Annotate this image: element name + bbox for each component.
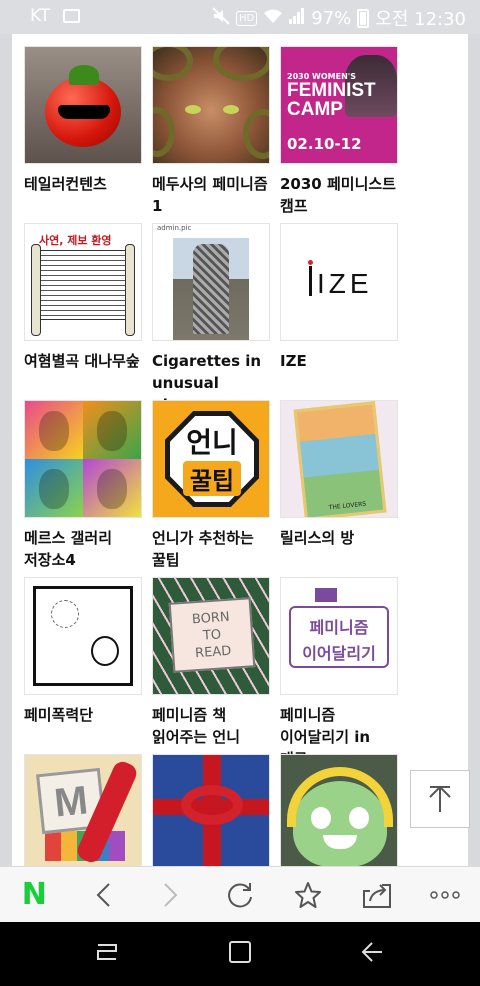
home-button[interactable]	[227, 939, 253, 969]
list-item[interactable]: 사연, 제보 환영 여혐별곡 대나무숲	[24, 223, 142, 372]
thumbnail-gift-book[interactable]	[152, 754, 270, 866]
home-icon	[228, 941, 251, 963]
arrow-up-icon	[429, 785, 451, 812]
more-dots-icon	[430, 890, 460, 899]
list-item[interactable]: 메두사의 페미니즘 1	[152, 46, 270, 217]
naver-logo-icon: N	[21, 877, 47, 912]
back-nav-button[interactable]	[360, 939, 386, 969]
list-item[interactable]	[152, 754, 270, 866]
share-icon	[362, 883, 391, 908]
item-title[interactable]: 페미니즘 책 읽어주는 언니	[152, 704, 270, 748]
refresh-icon	[227, 882, 252, 907]
status-right-group: HD 97% 오전 12:30	[212, 5, 466, 31]
tarot-title: THE LOVERS	[328, 500, 367, 512]
status-bar: KT HD 97% 오전 12:30	[0, 0, 480, 34]
clock: 오전 12:30	[375, 9, 466, 30]
list-item[interactable]: BORN TO READ 페미니즘 책 읽어주는 언니	[152, 577, 270, 748]
more-button[interactable]	[411, 867, 480, 923]
scroll-banner-text: 사연, 제보 환영	[39, 234, 112, 247]
item-title[interactable]: 메르스 갤러리 저장소4	[24, 527, 142, 571]
cafe-list-page: 테일러컨텐츠 메두사의 페미니즘 1 2030 WOMEN'S FEMINIST…	[12, 34, 468, 866]
list-item[interactable]: admin.pic Cigarettes in unusual places	[152, 223, 270, 416]
refresh-button[interactable]	[206, 867, 275, 923]
bookmark-button[interactable]	[274, 867, 343, 923]
thumbnail-popart[interactable]	[24, 400, 142, 518]
browser-toolbar: N	[0, 866, 480, 922]
system-nav-bar	[0, 922, 480, 986]
chevron-left-icon	[96, 882, 110, 907]
list-item[interactable]: THE LOVERS 릴리스의 방	[280, 400, 398, 549]
wifi-icon	[263, 8, 283, 29]
chevron-right-icon	[164, 882, 178, 907]
item-title[interactable]: 언니가 추천하는 꿀팁	[152, 527, 270, 571]
list-item[interactable]: 페미폭력단	[24, 577, 142, 726]
poster-date: 02.10-12	[287, 135, 362, 153]
relay-line2: 이어달리기	[302, 644, 376, 663]
thumbnail-comic[interactable]	[24, 577, 142, 695]
thumbnail-ize-logo[interactable]: IZE	[280, 223, 398, 341]
thumbnail-unni-tips[interactable]: 언니 꿀팁	[152, 400, 270, 518]
unni-text: 언니	[186, 426, 238, 459]
ize-logo-text: IZE	[317, 268, 373, 299]
list-item[interactable]: 페미니즘 이어달리기 페미니즘 이어달리기 in 대구	[280, 577, 398, 770]
tip-text: 꿀팁	[183, 461, 241, 496]
thumbnail-born-to-read[interactable]: BORN TO READ	[152, 577, 270, 695]
thumbnail-m-ribbon[interactable]: M	[24, 754, 142, 866]
naver-home-button[interactable]: N	[0, 867, 69, 923]
thumbnail-medusa[interactable]	[152, 46, 270, 164]
battery-icon	[357, 8, 370, 28]
poster-line2: FEMINIST	[287, 80, 376, 101]
thumbnail-relay-logo[interactable]: 페미니즘 이어달리기	[280, 577, 398, 695]
recents-icon	[96, 944, 117, 960]
list-item[interactable]: IZE IZE	[280, 223, 398, 372]
item-title[interactable]: 페미폭력단	[24, 704, 142, 726]
carrier-label: KT	[30, 6, 51, 26]
photo-credit: admin.pic	[157, 224, 192, 232]
relay-line1: 페미니즘	[309, 618, 369, 637]
list-item[interactable]: 테일러컨텐츠	[24, 46, 142, 195]
list-item[interactable]: M	[24, 754, 142, 866]
item-title[interactable]: 2030 페미니스트 캠프	[280, 173, 398, 217]
signal-icon	[289, 7, 305, 29]
thumbnail-frog-headphones[interactable]	[280, 754, 398, 866]
back-button[interactable]	[69, 867, 138, 923]
thumbnail-tarot-card[interactable]: THE LOVERS	[280, 400, 398, 518]
list-item[interactable]: 2030 WOMEN'S FEMINIST CAMP 02.10-12 2030…	[280, 46, 398, 217]
item-title[interactable]: IZE	[280, 350, 398, 372]
item-title[interactable]: 여혐별곡 대나무숲	[24, 350, 142, 372]
item-title[interactable]: 테일러컨텐츠	[24, 173, 142, 195]
hd-voice-icon: HD	[236, 10, 258, 26]
share-button[interactable]	[343, 867, 412, 923]
scroll-to-top-button[interactable]	[410, 770, 470, 828]
recents-button[interactable]	[94, 939, 120, 969]
item-title[interactable]: 메두사의 페미니즘 1	[152, 173, 270, 217]
star-icon	[295, 881, 322, 908]
thumbnail-camp-poster[interactable]: 2030 WOMEN'S FEMINIST CAMP 02.10-12	[280, 46, 398, 164]
list-item[interactable]	[280, 754, 398, 866]
list-item[interactable]: 언니 꿀팁 언니가 추천하는 꿀팁	[152, 400, 270, 571]
thumbnail-tomato[interactable]	[24, 46, 142, 164]
list-item[interactable]: 메르스 갤러리 저장소4	[24, 400, 142, 571]
web-content[interactable]: 테일러컨텐츠 메두사의 페미니즘 1 2030 WOMEN'S FEMINIST…	[0, 34, 480, 866]
gallery-icon	[63, 9, 80, 23]
thumbnail-cigarettes[interactable]: admin.pic	[152, 223, 270, 341]
thumbnail-scroll[interactable]: 사연, 제보 환영	[24, 223, 142, 341]
mute-icon	[212, 6, 230, 30]
forward-button[interactable]	[137, 867, 206, 923]
poster-line3: CAMP	[287, 99, 343, 120]
back-arrow-icon	[361, 942, 383, 962]
battery-percent: 97%	[311, 7, 352, 29]
item-title[interactable]: 릴리스의 방	[280, 527, 398, 549]
